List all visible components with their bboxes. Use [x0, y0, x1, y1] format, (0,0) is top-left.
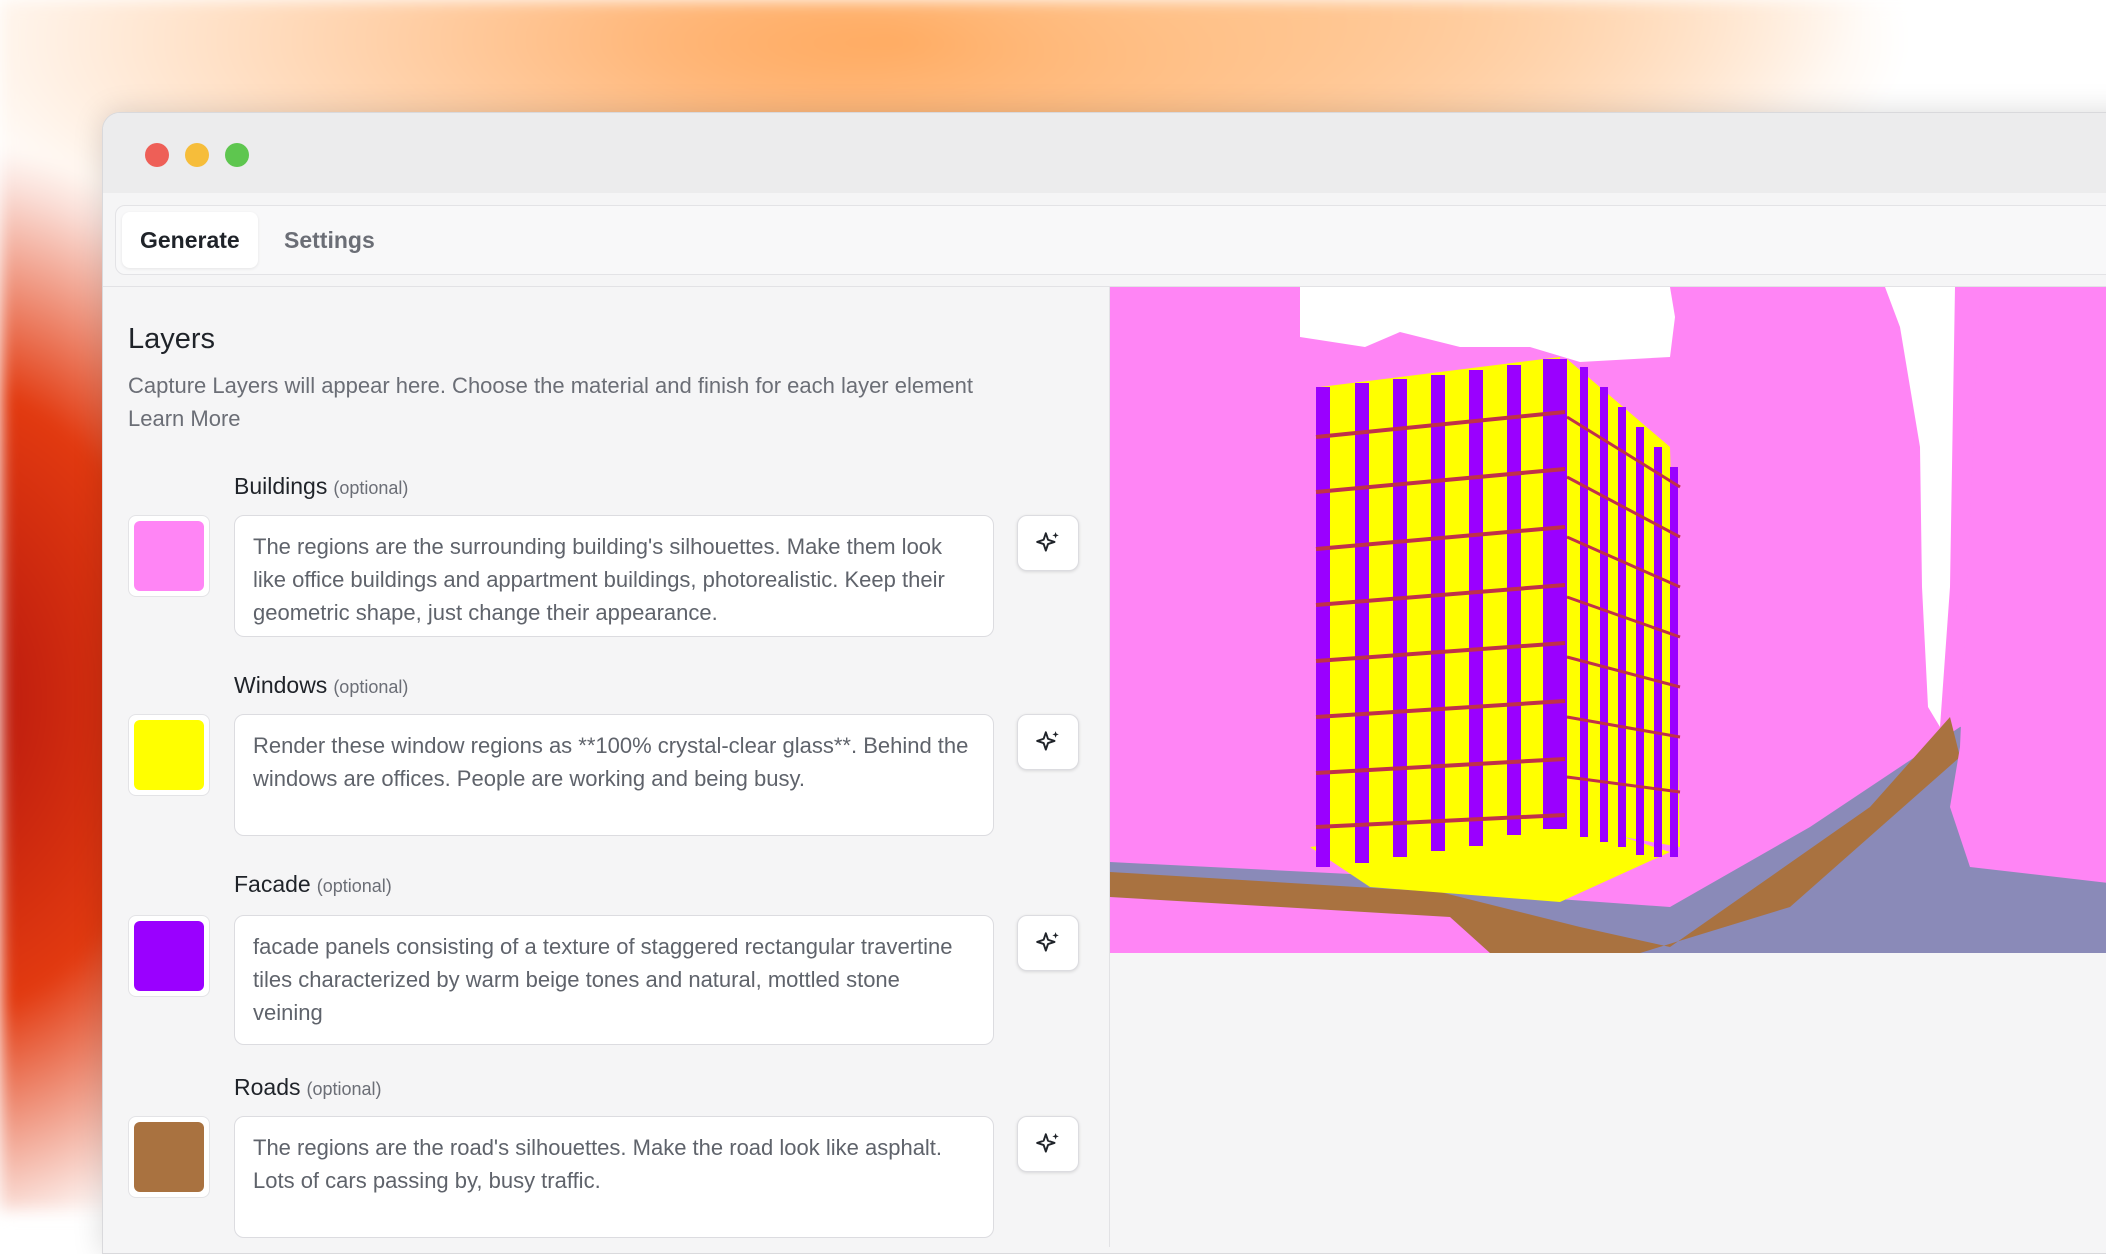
- layers-description: Capture Layers will appear here. Choose …: [128, 369, 1088, 435]
- layers-panel: Layers Capture Layers will appear here. …: [103, 287, 1109, 1247]
- layer-label: Windows (optional): [234, 672, 408, 699]
- title-bar: [103, 113, 2106, 193]
- learn-more-link[interactable]: Learn More: [128, 406, 241, 431]
- minimize-window-button[interactable]: [185, 143, 209, 167]
- layer-prompt-input[interactable]: Render these window regions as **100% cr…: [234, 714, 994, 836]
- layer-label: Buildings (optional): [234, 473, 408, 500]
- layer-prompt-input[interactable]: facade panels consisting of a texture of…: [234, 915, 994, 1045]
- optional-tag: (optional): [306, 1079, 382, 1099]
- layer-name: Buildings: [234, 473, 328, 499]
- tab-generate[interactable]: Generate: [122, 212, 258, 268]
- segmentation-preview-image: [1110, 287, 2106, 953]
- zoom-window-button[interactable]: [225, 143, 249, 167]
- layer-name: Windows: [234, 672, 328, 698]
- app-window: Generate Settings Layers Capture Layers …: [102, 112, 2106, 1254]
- sparkles-icon: [1036, 532, 1059, 552]
- color-swatch[interactable]: [128, 915, 210, 997]
- color-swatch[interactable]: [128, 714, 210, 796]
- layer-name: Facade: [234, 871, 311, 897]
- sparkles-icon: [1036, 1133, 1059, 1153]
- layer-roads: Roads (optional) The regions are the road…: [103, 1074, 1109, 1253]
- enhance-prompt-button[interactable]: [1017, 1116, 1079, 1172]
- layer-windows: Windows (optional) Render these window re…: [103, 672, 1109, 862]
- tab-settings[interactable]: Settings: [266, 212, 393, 268]
- optional-tag: (optional): [333, 677, 409, 697]
- layer-name: Roads: [234, 1074, 301, 1100]
- layer-facade: Facade (optional) facade panels consistin…: [103, 871, 1109, 1061]
- swatch-color: [134, 521, 204, 591]
- layers-description-text: Capture Layers will appear here. Choose …: [128, 373, 974, 398]
- layer-label: Facade (optional): [234, 871, 392, 898]
- enhance-prompt-button[interactable]: [1017, 714, 1079, 770]
- sparkles-icon: [1036, 932, 1059, 952]
- optional-tag: (optional): [316, 876, 392, 896]
- swatch-color: [134, 921, 204, 991]
- layer-label: Roads (optional): [234, 1074, 382, 1101]
- layers-title: Layers: [128, 323, 216, 355]
- enhance-prompt-button[interactable]: [1017, 915, 1079, 971]
- color-swatch[interactable]: [128, 515, 210, 597]
- close-window-button[interactable]: [145, 143, 169, 167]
- swatch-color: [134, 1122, 204, 1192]
- layer-buildings: Buildings (optional) The regions are the …: [103, 473, 1109, 663]
- sparkles-icon: [1036, 731, 1059, 751]
- preview-panel: [1110, 287, 2106, 1247]
- color-swatch[interactable]: [128, 1116, 210, 1198]
- layer-prompt-input[interactable]: The regions are the road's silhouettes. …: [234, 1116, 994, 1238]
- layer-prompt-input[interactable]: The regions are the surrounding building…: [234, 515, 994, 637]
- optional-tag: (optional): [333, 478, 409, 498]
- enhance-prompt-button[interactable]: [1017, 515, 1079, 571]
- swatch-color: [134, 720, 204, 790]
- tab-bar: Generate Settings: [115, 205, 2106, 275]
